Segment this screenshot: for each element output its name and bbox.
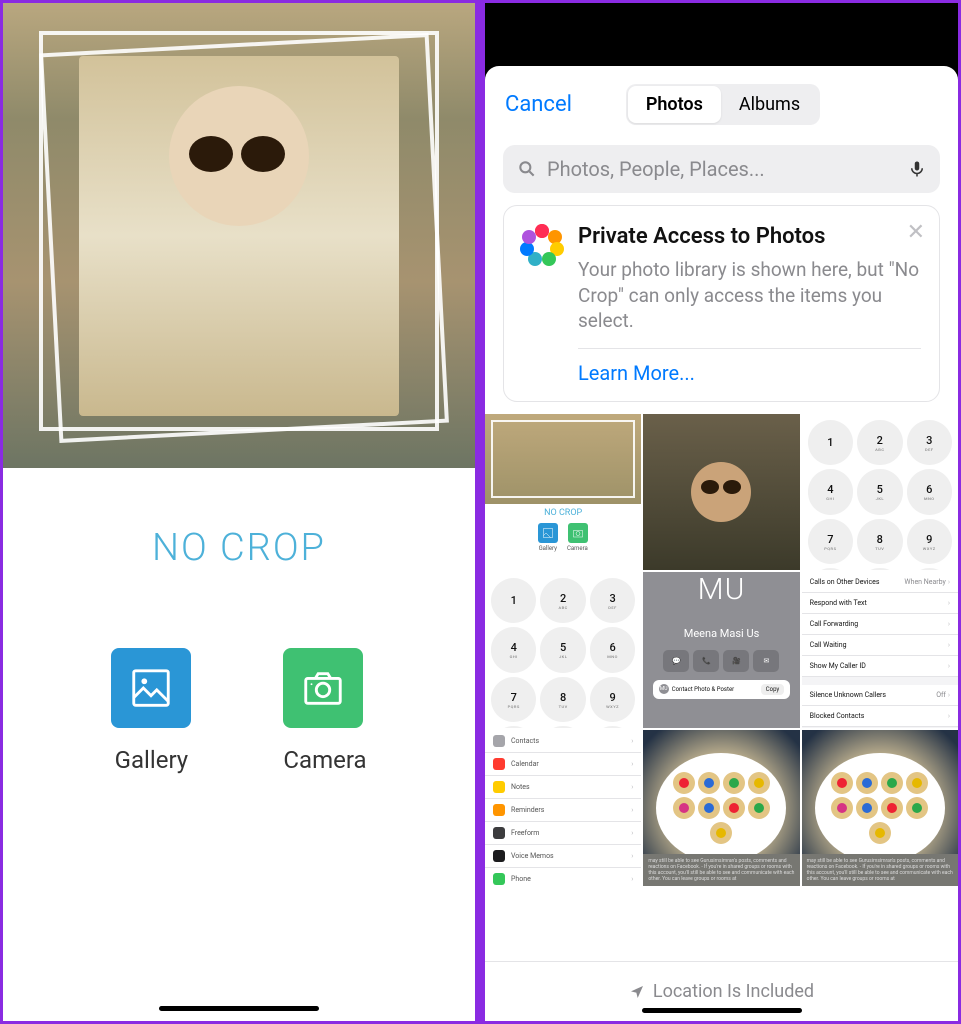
photo-thumb[interactable]: NO CROP Gallery Camera xyxy=(485,414,641,570)
camera-icon xyxy=(283,648,363,728)
photo-picker-sheet: Cancel Photos Albums Photos, People, Pla… xyxy=(485,66,958,1021)
photo-thumb[interactable]: 12ABC3DEF4GHI5JKL6MNO7PQRS8TUV9WXYZ*0+# xyxy=(802,414,958,570)
gallery-icon xyxy=(111,648,191,728)
photo-thumb[interactable]: Calls on Other DevicesWhen Nearby ›Respo… xyxy=(802,572,958,728)
location-label: Location Is Included xyxy=(653,981,814,1002)
seg-albums[interactable]: Albums xyxy=(721,86,818,123)
info-card-title: Private Access to Photos xyxy=(578,224,921,249)
photo-thumb[interactable]: Contacts›Calendar›Notes›Reminders›Freefo… xyxy=(485,730,641,886)
info-card-body: Your photo library is shown here, but "N… xyxy=(578,257,921,349)
app-title: NO CROP xyxy=(3,526,475,570)
search-bar[interactable]: Photos, People, Places... xyxy=(503,145,940,193)
camera-button[interactable]: Camera xyxy=(283,648,366,774)
location-icon xyxy=(629,984,645,1000)
home-indicator[interactable] xyxy=(159,1006,319,1011)
gallery-button[interactable]: Gallery xyxy=(111,648,191,774)
sheet-header: Cancel Photos Albums xyxy=(485,66,958,139)
seg-photos[interactable]: Photos xyxy=(628,86,721,123)
search-placeholder: Photos, People, Places... xyxy=(547,157,898,181)
photo-thumb[interactable]: may still be able to see Gurusimsimran's… xyxy=(802,730,958,886)
photo-thumb[interactable]: 12ABC3DEF4GHI5JKL6MNO7PQRS8TUV9WXYZ*0+# xyxy=(485,572,641,728)
search-icon xyxy=(517,159,537,179)
phone-left: NO CROP Gallery Camera xyxy=(0,0,478,1024)
learn-more-link[interactable]: Learn More... xyxy=(578,361,695,385)
hero-photo xyxy=(3,3,475,468)
gallery-label: Gallery xyxy=(111,746,191,774)
photos-app-icon xyxy=(520,224,564,268)
close-icon[interactable]: ✕ xyxy=(907,220,925,245)
photo-thumb[interactable]: may still be able to see Gurusimsimran's… xyxy=(643,730,799,886)
dictate-icon[interactable] xyxy=(908,158,926,180)
segmented-control: Photos Albums xyxy=(626,84,820,125)
photo-grid: NO CROP Gallery Camera 1 xyxy=(485,414,958,961)
home-indicator[interactable] xyxy=(642,1008,802,1013)
cancel-button[interactable]: Cancel xyxy=(505,92,572,117)
phone-right: Cancel Photos Albums Photos, People, Pla… xyxy=(482,0,961,1024)
private-access-card: Private Access to Photos Your photo libr… xyxy=(503,205,940,402)
camera-label: Camera xyxy=(283,746,366,774)
photo-thumb[interactable] xyxy=(643,414,799,570)
hero-person-placeholder xyxy=(79,56,399,416)
action-row: Gallery Camera xyxy=(3,648,475,774)
photo-thumb[interactable]: MU Meena Masi Us 💬 📞 🎥 ✉︎ MUContact Phot… xyxy=(643,572,799,728)
